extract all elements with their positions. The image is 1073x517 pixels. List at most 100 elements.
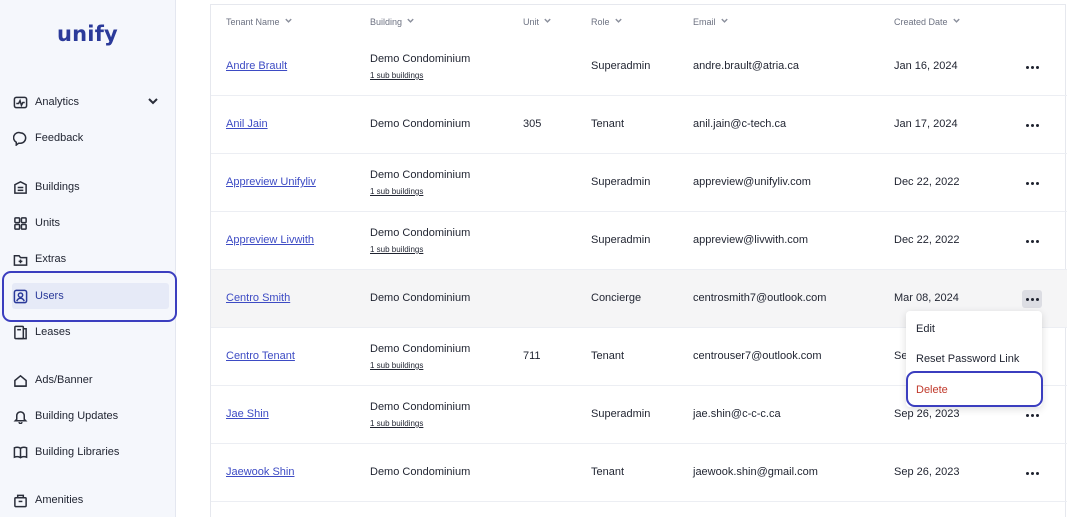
ads-icon <box>12 372 28 388</box>
sort-chevron-icon <box>716 16 729 27</box>
column-header-role[interactable]: Role <box>591 16 623 27</box>
sort-chevron-icon <box>610 16 623 27</box>
role: Concierge <box>591 292 642 304</box>
sidebar-item-building-libraries[interactable]: Building Libraries <box>12 439 169 465</box>
more-options-icon[interactable] <box>1022 232 1042 250</box>
users-icon <box>12 288 28 304</box>
sidebar-item-feedback[interactable]: Feedback <box>12 125 169 151</box>
sort-chevron-icon <box>539 16 552 27</box>
more-options-icon[interactable] <box>1022 174 1042 192</box>
tenant-name-link[interactable]: Andre Brault <box>226 60 287 72</box>
unit-number: 305 <box>523 118 542 130</box>
sort-chevron-icon <box>280 16 293 27</box>
app-logo[interactable]: unify <box>57 22 118 46</box>
sidebar-item-analytics[interactable]: Analytics <box>12 89 169 115</box>
sidebar-item-extras[interactable]: Extras <box>12 246 169 272</box>
email: andre.brault@atria.ca <box>693 60 799 72</box>
role: Superadmin <box>591 234 651 246</box>
amenities-icon <box>12 492 28 508</box>
sidebar-item-ads-banner[interactable]: Ads/Banner <box>12 367 169 393</box>
leases-icon <box>12 324 28 340</box>
tenant-name-link[interactable]: Appreview Unifyliv <box>226 176 316 188</box>
building-name: Demo Condominium <box>370 292 471 304</box>
sidebar-item-label: Users <box>35 290 64 302</box>
role: Tenant <box>591 466 625 478</box>
sidebar-item-amenities[interactable]: Amenities <box>12 487 169 513</box>
sub-buildings-link[interactable]: 1 sub buildings <box>370 361 423 370</box>
feedback-icon <box>12 130 28 146</box>
role: Tenant <box>591 118 625 130</box>
bell-icon <box>12 408 28 424</box>
sidebar-item-label: Extras <box>35 253 67 265</box>
chevron-down-icon[interactable] <box>147 95 159 110</box>
building-name: Demo Condominium <box>370 466 471 478</box>
users-table: Tenant Name Building Unit Role Email Cre… <box>210 4 1067 517</box>
column-header-label: Unit <box>523 16 540 27</box>
sidebar-item-buildings[interactable]: Buildings <box>12 174 169 200</box>
table-row: Appreview Unifyliv Demo Condominium 1 su… <box>211 154 1067 212</box>
tenant-name-link[interactable]: Jae Shin <box>226 408 269 420</box>
more-options-icon[interactable] <box>1022 406 1042 424</box>
sidebar-item-label: Buildings <box>35 181 80 193</box>
column-header-unit[interactable]: Unit <box>523 16 552 27</box>
building-name: Demo Condominium <box>370 169 471 181</box>
column-header-building[interactable]: Building <box>370 16 415 27</box>
units-icon <box>12 215 28 231</box>
sidebar-item-leases[interactable]: Leases <box>12 319 169 345</box>
unit-number: 711 <box>523 350 541 362</box>
tenant-name-link[interactable]: Jaewook Shin <box>226 466 295 478</box>
sidebar-item-label: Leases <box>35 326 71 338</box>
email: centrouser7@outlook.com <box>693 350 822 362</box>
column-header-email[interactable]: Email <box>693 16 729 27</box>
tenant-name-link[interactable]: Centro Smith <box>226 292 290 304</box>
book-icon <box>12 444 28 460</box>
sort-chevron-icon <box>402 16 415 27</box>
sidebar-item-label: Building Libraries <box>35 446 120 458</box>
sub-buildings-link[interactable]: 1 sub buildings <box>370 245 423 254</box>
sidebar-item-building-updates[interactable]: Building Updates <box>12 403 169 429</box>
sidebar-item-units[interactable]: Units <box>12 210 169 236</box>
menu-item-reset-password-link[interactable]: Reset Password Link <box>916 353 1019 365</box>
tenant-name-link[interactable]: Appreview Livwith <box>226 234 314 246</box>
sub-buildings-link[interactable]: 1 sub buildings <box>370 71 423 80</box>
table-header: Tenant Name Building Unit Role Email Cre… <box>211 5 1067 39</box>
analytics-icon <box>12 94 28 110</box>
more-options-icon[interactable] <box>1022 116 1042 134</box>
sub-buildings-link[interactable]: 1 sub buildings <box>370 187 423 196</box>
role: Superadmin <box>591 408 651 420</box>
sidebar-item-label: Units <box>35 217 61 229</box>
building-name: Demo Condominium <box>370 53 471 65</box>
sort-chevron-icon <box>948 16 961 27</box>
menu-item-edit[interactable]: Edit <box>916 323 935 335</box>
column-header-tenant-name[interactable]: Tenant Name <box>226 16 293 27</box>
building-name: Demo Condominium <box>370 227 471 239</box>
tenant-name-link[interactable]: Anil Jain <box>226 118 268 130</box>
more-options-icon[interactable] <box>1022 58 1042 76</box>
email: anil.jain@c-tech.ca <box>693 118 787 130</box>
row-actions-menu: Edit Reset Password Link Delete <box>906 311 1042 407</box>
table-row: Jaewook Shin Demo Condominium Tenant jae… <box>211 444 1067 502</box>
column-header-label: Email <box>693 16 716 27</box>
role: Tenant <box>591 350 625 362</box>
table-row: Appreview Livwith Demo Condominium 1 sub… <box>211 212 1067 270</box>
sidebar-item-label: Building Updates <box>35 410 119 422</box>
created-date: Dec 22, 2022 <box>894 176 960 188</box>
tenant-name-link[interactable]: Centro Tenant <box>226 350 295 362</box>
created-date: Mar 08, 2024 <box>894 292 959 304</box>
sub-buildings-link[interactable]: 1 sub buildings <box>370 419 423 428</box>
column-header-label: Created Date <box>894 16 948 27</box>
column-header-label: Role <box>591 16 610 27</box>
more-options-icon[interactable] <box>1022 290 1042 308</box>
building-name: Demo Condominium <box>370 401 471 413</box>
created-date: Sep 26, 2023 <box>894 408 960 420</box>
extras-icon <box>12 251 28 267</box>
email: appreview@unifyliv.com <box>693 176 811 188</box>
more-options-icon[interactable] <box>1022 464 1042 482</box>
sidebar-item-label: Amenities <box>35 494 84 506</box>
sidebar: unify Analytics Feedback Buildings Units… <box>0 0 176 517</box>
column-header-label: Building <box>370 16 403 27</box>
column-header-created-date[interactable]: Created Date <box>894 16 961 27</box>
menu-item-delete[interactable]: Delete <box>916 384 948 396</box>
created-date: Dec 22, 2022 <box>894 234 960 246</box>
sidebar-item-users[interactable]: Users <box>12 283 169 309</box>
